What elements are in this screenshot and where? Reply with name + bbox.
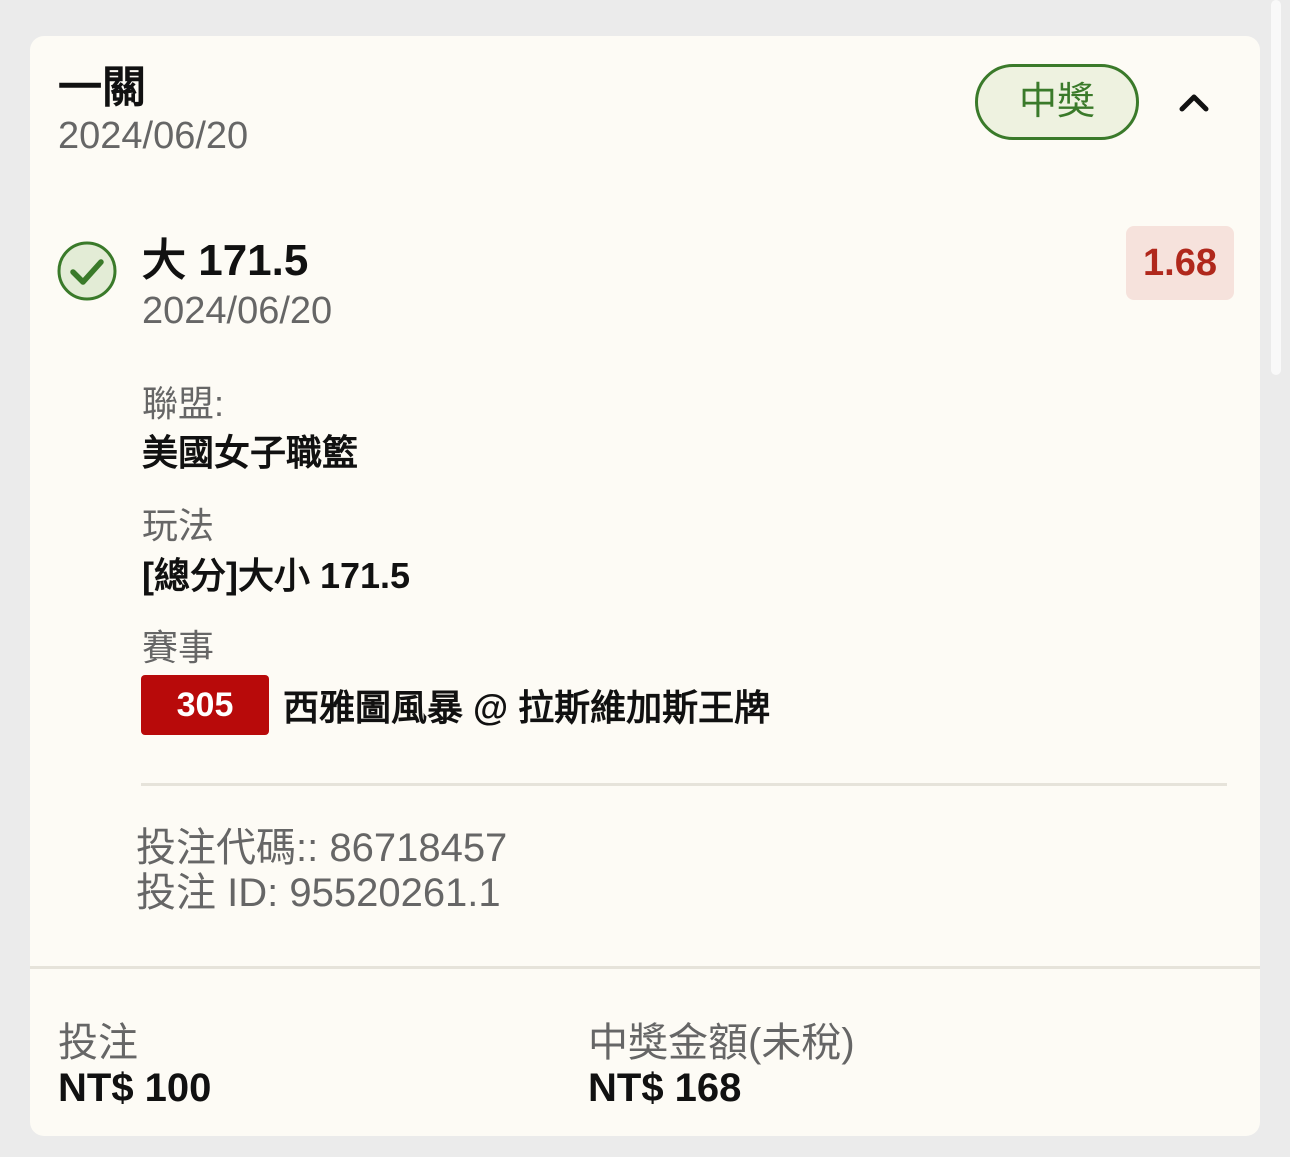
league-label: 聯盟:: [142, 383, 225, 424]
bet-id: 投注 ID: 95520261.1: [136, 871, 501, 915]
stake-label: 投注: [58, 1021, 138, 1065]
payout-value: NT$ 168: [588, 1066, 742, 1110]
check-circle-icon: [57, 241, 117, 301]
status-badge: 中獎: [975, 64, 1139, 140]
payout-label: 中獎金額(未稅): [588, 1021, 855, 1065]
chevron-up-icon: [1179, 94, 1209, 112]
footer-divider: [30, 966, 1260, 969]
odds-badge: 1.68: [1126, 226, 1234, 300]
event-number-badge: 305: [141, 675, 269, 735]
event-name: 西雅圖風暴 @ 拉斯維加斯王牌: [283, 687, 771, 728]
event-label: 賽事: [142, 627, 215, 668]
scrollbar[interactable]: [1271, 0, 1281, 375]
league-value: 美國女子職籃: [142, 432, 359, 473]
collapse-button[interactable]: [1174, 84, 1214, 120]
market-value: [總分]大小 171.5: [142, 555, 411, 596]
stake-value: NT$ 100: [58, 1066, 212, 1110]
selection-pick: 大 171.5: [142, 236, 309, 285]
bet-type-title: 一關: [58, 63, 146, 112]
bet-code: 投注代碼:: 86718457: [136, 826, 508, 870]
bet-card: 一關 2024/06/20 中獎 大 171.5 2024/06/20 1.68…: [30, 36, 1260, 1136]
bet-date: 2024/06/20: [58, 115, 249, 157]
event-row: 305 西雅圖風暴 @ 拉斯維加斯王牌: [141, 675, 770, 735]
selection-date: 2024/06/20: [142, 290, 333, 332]
divider: [141, 783, 1227, 786]
market-label: 玩法: [142, 505, 215, 546]
